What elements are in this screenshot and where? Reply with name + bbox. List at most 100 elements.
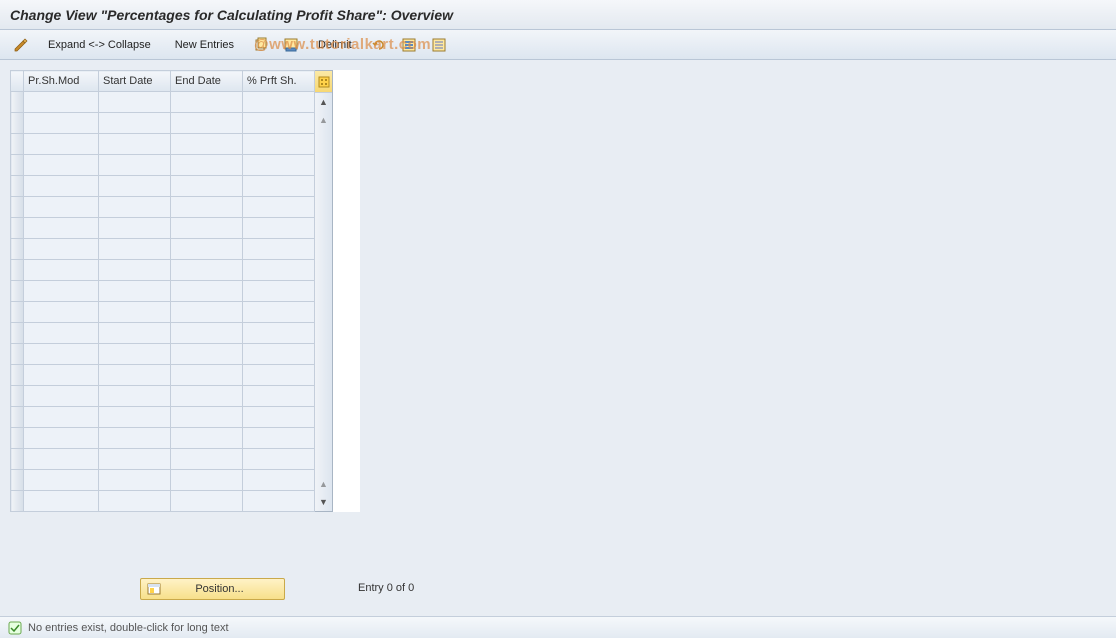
cell-input[interactable] (103, 155, 166, 175)
table-cell[interactable] (243, 113, 315, 134)
position-button[interactable]: Position... (140, 578, 285, 600)
table-cell[interactable] (99, 281, 171, 302)
table-cell[interactable] (99, 491, 171, 512)
table-cell[interactable] (243, 155, 315, 176)
table-cell[interactable] (171, 449, 243, 470)
cell-input[interactable] (175, 323, 238, 343)
table-cell[interactable] (243, 176, 315, 197)
table-cell[interactable] (99, 449, 171, 470)
cell-input[interactable] (247, 428, 310, 448)
row-selector[interactable] (11, 470, 24, 491)
cell-input[interactable] (247, 407, 310, 427)
cell-input[interactable] (28, 365, 94, 385)
cell-input[interactable] (175, 92, 238, 112)
cell-input[interactable] (247, 155, 310, 175)
cell-input[interactable] (175, 428, 238, 448)
table-cell[interactable] (24, 491, 99, 512)
table-cell[interactable] (24, 197, 99, 218)
table-cell[interactable] (24, 155, 99, 176)
cell-input[interactable] (175, 407, 238, 427)
cell-input[interactable] (103, 218, 166, 238)
row-selector[interactable] (11, 281, 24, 302)
table-cell[interactable] (171, 302, 243, 323)
cell-input[interactable] (175, 281, 238, 301)
table-cell[interactable] (24, 281, 99, 302)
table-cell[interactable] (99, 386, 171, 407)
row-selector[interactable] (11, 449, 24, 470)
cell-input[interactable] (103, 449, 166, 469)
row-selector[interactable] (11, 134, 24, 155)
new-entries-button[interactable]: New Entries (175, 39, 234, 51)
table-cell[interactable] (171, 386, 243, 407)
table-cell[interactable] (243, 449, 315, 470)
table-cell[interactable] (24, 218, 99, 239)
cell-input[interactable] (28, 386, 94, 406)
scroll-down-small-icon[interactable]: ▲ (315, 475, 332, 493)
cell-input[interactable] (103, 407, 166, 427)
cell-input[interactable] (247, 281, 310, 301)
cell-input[interactable] (175, 176, 238, 196)
row-selector[interactable] (11, 491, 24, 512)
table-cell[interactable] (171, 113, 243, 134)
cell-input[interactable] (103, 197, 166, 217)
table-cell[interactable] (99, 428, 171, 449)
col-pct-prft-sh[interactable]: % Prft Sh. (243, 71, 315, 92)
cell-input[interactable] (247, 470, 310, 490)
deselect-all-icon[interactable] (426, 34, 452, 56)
table-cell[interactable] (99, 218, 171, 239)
cell-input[interactable] (247, 386, 310, 406)
table-cell[interactable] (171, 428, 243, 449)
cell-input[interactable] (103, 386, 166, 406)
table-cell[interactable] (243, 344, 315, 365)
cell-input[interactable] (28, 92, 94, 112)
col-start-date[interactable]: Start Date (99, 71, 171, 92)
table-cell[interactable] (99, 260, 171, 281)
cell-input[interactable] (247, 449, 310, 469)
cell-input[interactable] (28, 428, 94, 448)
row-selector[interactable] (11, 176, 24, 197)
row-selector[interactable] (11, 323, 24, 344)
table-cell[interactable] (171, 197, 243, 218)
delimit-button[interactable]: Delimit (318, 39, 352, 51)
cell-input[interactable] (247, 134, 310, 154)
cell-input[interactable] (103, 302, 166, 322)
cell-input[interactable] (28, 176, 94, 196)
cell-input[interactable] (175, 218, 238, 238)
cell-input[interactable] (28, 344, 94, 364)
cell-input[interactable] (28, 239, 94, 259)
table-cell[interactable] (24, 428, 99, 449)
table-cell[interactable] (99, 470, 171, 491)
cell-input[interactable] (175, 113, 238, 133)
cell-input[interactable] (247, 239, 310, 259)
copy-icon[interactable] (248, 34, 274, 56)
expand-collapse-button[interactable]: Expand <-> Collapse (48, 39, 151, 51)
table-cell[interactable] (24, 323, 99, 344)
table-cell[interactable] (243, 386, 315, 407)
table-cell[interactable] (243, 491, 315, 512)
table-cell[interactable] (24, 176, 99, 197)
table-cell[interactable] (24, 92, 99, 113)
cell-input[interactable] (28, 407, 94, 427)
scroll-track[interactable] (315, 129, 332, 475)
cell-input[interactable] (175, 386, 238, 406)
table-cell[interactable] (243, 92, 315, 113)
row-selector[interactable] (11, 428, 24, 449)
cell-input[interactable] (247, 260, 310, 280)
row-selector[interactable] (11, 239, 24, 260)
row-selector[interactable] (11, 155, 24, 176)
table-cell[interactable] (171, 155, 243, 176)
cell-input[interactable] (103, 239, 166, 259)
cell-input[interactable] (103, 260, 166, 280)
row-selector[interactable] (11, 386, 24, 407)
cell-input[interactable] (247, 92, 310, 112)
table-cell[interactable] (24, 365, 99, 386)
col-pr-sh-mod[interactable]: Pr.Sh.Mod (24, 71, 99, 92)
cell-input[interactable] (247, 323, 310, 343)
table-cell[interactable] (243, 218, 315, 239)
cell-input[interactable] (103, 113, 166, 133)
table-cell[interactable] (24, 260, 99, 281)
table-cell[interactable] (243, 302, 315, 323)
table-cell[interactable] (99, 239, 171, 260)
cell-input[interactable] (247, 302, 310, 322)
cell-input[interactable] (28, 281, 94, 301)
